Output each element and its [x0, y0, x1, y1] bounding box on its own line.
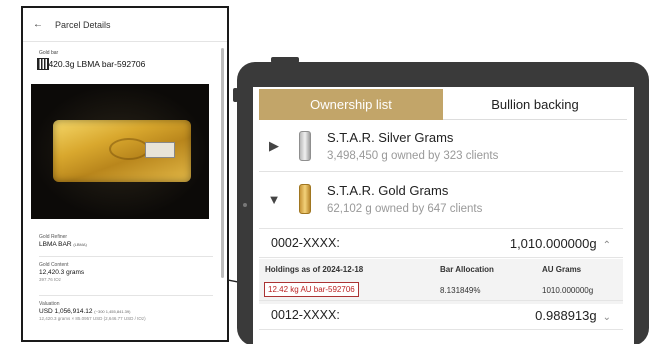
- valuation-section: Valuation USD 1,056,914.12 (~300 1,455,8…: [39, 301, 213, 322]
- caret-right-icon[interactable]: ▶: [259, 138, 289, 154]
- account-row[interactable]: 0012-XXXX: 0.988913g ⌄: [259, 300, 623, 330]
- account-amount: 1,010.000000g: [509, 235, 597, 251]
- silver-ingot-icon: [299, 130, 311, 161]
- valuation-rate: (~300 1,455,841.39): [94, 309, 131, 314]
- ingot-stamp-image: [109, 138, 149, 160]
- product-summary: 62,102 g owned by 647 clients: [327, 203, 483, 215]
- tablet-camera-dot: [243, 203, 247, 207]
- phone-header: ← Parcel Details: [23, 8, 227, 42]
- bar-link[interactable]: 12.42 kg AU bar-592706: [264, 282, 359, 297]
- content-label: Gold Content: [39, 262, 69, 268]
- bar-kind-label: Gold bar: [39, 50, 59, 56]
- refiner-name: LBMA BAR: [39, 241, 72, 248]
- product-summary: 3,498,450 g owned by 323 clients: [327, 149, 499, 162]
- divider: [39, 256, 213, 257]
- account-amount-line: 0.988913g ⌄: [535, 308, 611, 323]
- valuation-value-line: USD 1,056,914.12 (~300 1,455,841.39): [39, 308, 213, 315]
- caret-down-icon[interactable]: ▼: [259, 192, 289, 207]
- col-au-grams: AU Grams: [542, 265, 582, 274]
- ingot-sticker-image: [145, 142, 175, 158]
- allocation-value: 8.131849%: [440, 286, 481, 295]
- bar-title: 12420.3g LBMA bar-592706: [39, 59, 146, 69]
- account-id: 0002-XXXX:: [271, 236, 340, 250]
- content-value: 12,420.3 grams: [39, 269, 85, 276]
- tab-ownership-list[interactable]: Ownership list: [259, 89, 443, 120]
- product-row-silver[interactable]: ▶ S.T.A.R. Silver Grams 3,498,450 g owne…: [259, 120, 623, 172]
- divider: [39, 295, 213, 296]
- gold-ingot-icon: [299, 184, 311, 214]
- qr-code-icon[interactable]: [37, 58, 49, 70]
- account-amount-line: 1,010.000000g ⌃: [510, 236, 611, 251]
- phone-parcel-details: ← Parcel Details Gold bar 12420.3g LBMA …: [21, 6, 229, 342]
- product-name: S.T.A.R. Gold Grams: [327, 183, 449, 198]
- holdings-header: Holdings as of 2024-12-18: [265, 265, 364, 274]
- page-title: Parcel Details: [55, 19, 111, 30]
- refiner-label: Gold Refiner: [39, 234, 68, 240]
- content-sub: 397.76 tOz: [39, 277, 62, 282]
- back-arrow-icon[interactable]: ←: [33, 19, 43, 30]
- tab-bar: Ownership list Bullion backing: [259, 89, 627, 120]
- valuation-label: Valuation: [39, 301, 60, 307]
- refiner-section: Gold Refiner LBMA BAR (LBMA): [39, 234, 213, 248]
- gold-ingot-image: [53, 120, 191, 182]
- product-row-gold[interactable]: ▼ S.T.A.R. Gold Grams 62,102 g owned by …: [259, 173, 623, 225]
- content-section: Gold Content 12,420.3 grams 397.76 tOz: [39, 262, 213, 283]
- valuation-value: USD 1,056,914.12: [39, 308, 93, 315]
- account-id: 0012-XXXX:: [271, 308, 340, 322]
- refiner-tag: (LBMA): [73, 242, 87, 247]
- col-bar-allocation: Bar Allocation: [440, 265, 494, 274]
- product-name: S.T.A.R. Silver Grams: [327, 129, 454, 145]
- product-text: S.T.A.R. Gold Grams 62,102 g owned by 64…: [327, 183, 482, 215]
- au-grams-value: 1010.000000g: [542, 286, 594, 295]
- refiner-value: LBMA BAR (LBMA): [39, 241, 213, 248]
- scrollbar[interactable]: [221, 48, 224, 278]
- valuation-sub: 12,420.3 grams × 85.0957 USD (2,646.77 U…: [39, 316, 146, 321]
- gold-bar-photo: [31, 84, 209, 219]
- holdings-table: Holdings as of 2024-12-18 Bar Allocation…: [259, 259, 623, 304]
- chevron-up-icon[interactable]: ⌃: [603, 240, 611, 251]
- account-row[interactable]: 0002-XXXX: 1,010.000000g ⌃: [259, 228, 623, 258]
- tablet-screen: Ownership list Bullion backing ▶ S.T.A.R…: [253, 87, 634, 344]
- account-amount: 0.988913g: [535, 307, 597, 323]
- tab-bullion-backing[interactable]: Bullion backing: [443, 89, 627, 120]
- chevron-down-icon[interactable]: ⌄: [603, 312, 611, 323]
- product-text: S.T.A.R. Silver Grams 3,498,450 g owned …: [327, 130, 498, 162]
